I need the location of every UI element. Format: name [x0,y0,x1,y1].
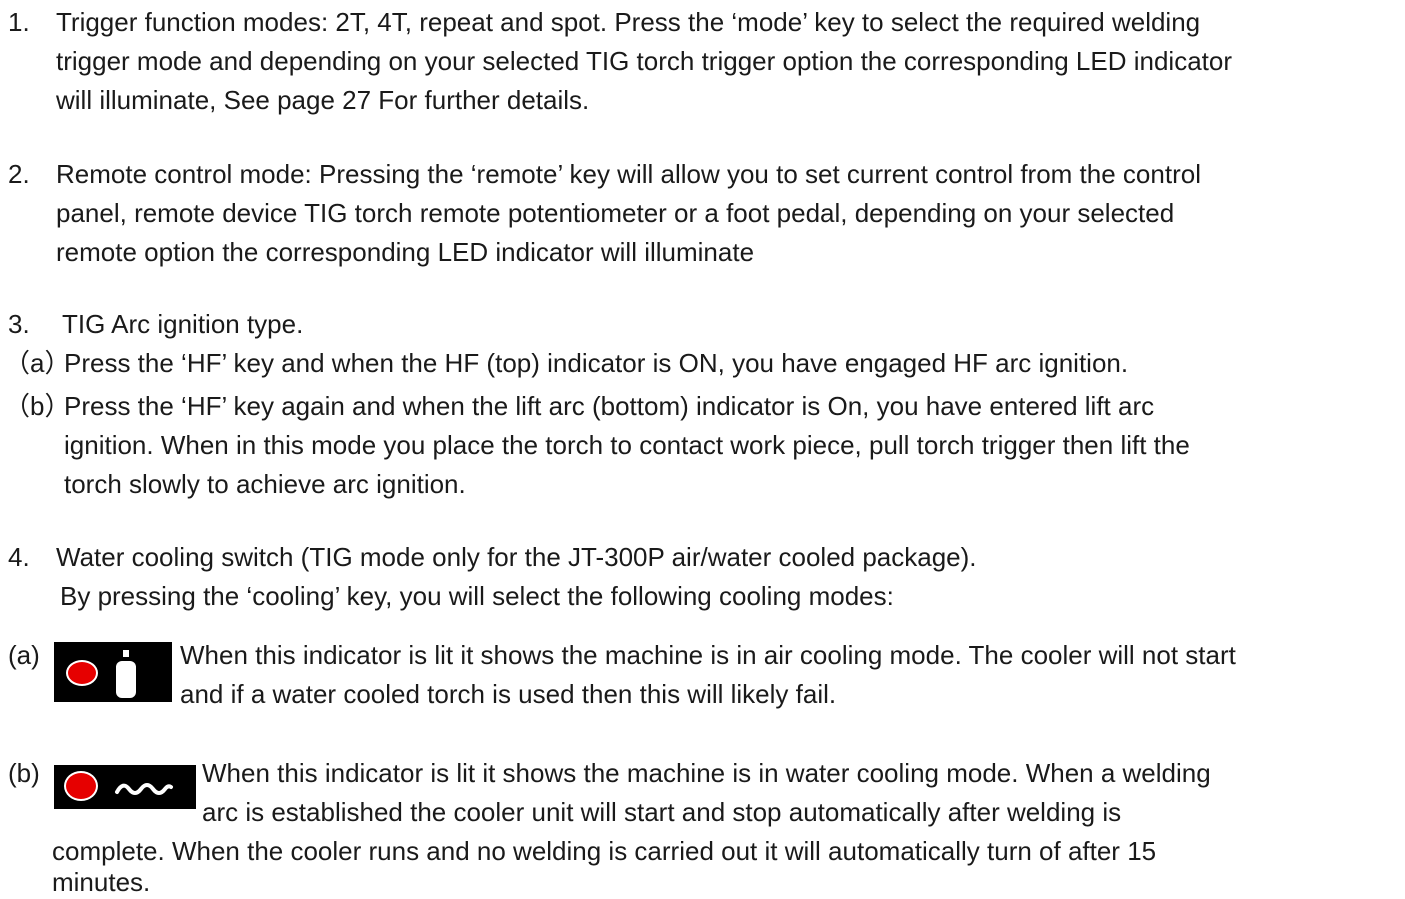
air-cooling-indicator-icon [54,642,172,702]
item-2-number: 2. [8,159,30,189]
item-1-number: 1. [8,7,30,37]
item-2-line-2: panel, remote device TIG torch remote po… [56,198,1175,228]
item-4-b-marker: (b) [8,758,40,788]
item-1-line-3: will illuminate, See page 27 For further… [56,85,590,115]
item-3-b-line-3: torch slowly to achieve arc ignition. [64,469,466,499]
item-3-a-text: Press the ‘HF’ key and when the HF (top)… [64,348,1129,378]
item-3-b-marker: （b） [4,391,71,421]
item-3-b-line-1: Press the ‘HF’ key again and when the li… [64,391,1155,421]
item-2-line-1: Remote control mode: Pressing the ‘remot… [56,159,1201,189]
item-4-b-line-4: minutes. [52,867,151,897]
item-1-line-1: Trigger function modes: 2T, 4T, repeat a… [56,7,1201,37]
item-3-b-line-2: ignition. When in this mode you place th… [64,430,1190,460]
item-1-line-2: trigger mode and depending on your selec… [56,46,1233,76]
water-cooling-indicator-icon [54,765,196,809]
item-3-a-marker: （a） [4,348,71,378]
item-4-line-2: By pressing the ‘cooling’ key, you will … [60,581,894,611]
gas-cylinder-icon [116,650,136,698]
item-4-b-line-3: complete. When the cooler runs and no we… [52,836,1157,866]
item-4-a-line-1: When this indicator is lit it shows the … [180,640,1236,670]
item-4-b-line-2: arc is established the cooler unit will … [202,797,1122,827]
item-4-a-line-2: and if a water cooled torch is used then… [180,679,837,709]
item-4-b-line-1: When this indicator is lit it shows the … [202,758,1211,788]
water-led-icon [64,771,98,801]
item-4-line-1: Water cooling switch (TIG mode only for … [56,542,977,572]
item-3-number: 3. [8,309,30,339]
air-led-icon [66,660,98,686]
water-wave-icon [115,783,173,795]
item-4-a-marker: (a) [8,640,40,670]
item-3-title: TIG Arc ignition type. [62,309,304,339]
item-2-line-3: remote option the corresponding LED indi… [56,237,755,267]
item-4-number: 4. [8,542,30,572]
